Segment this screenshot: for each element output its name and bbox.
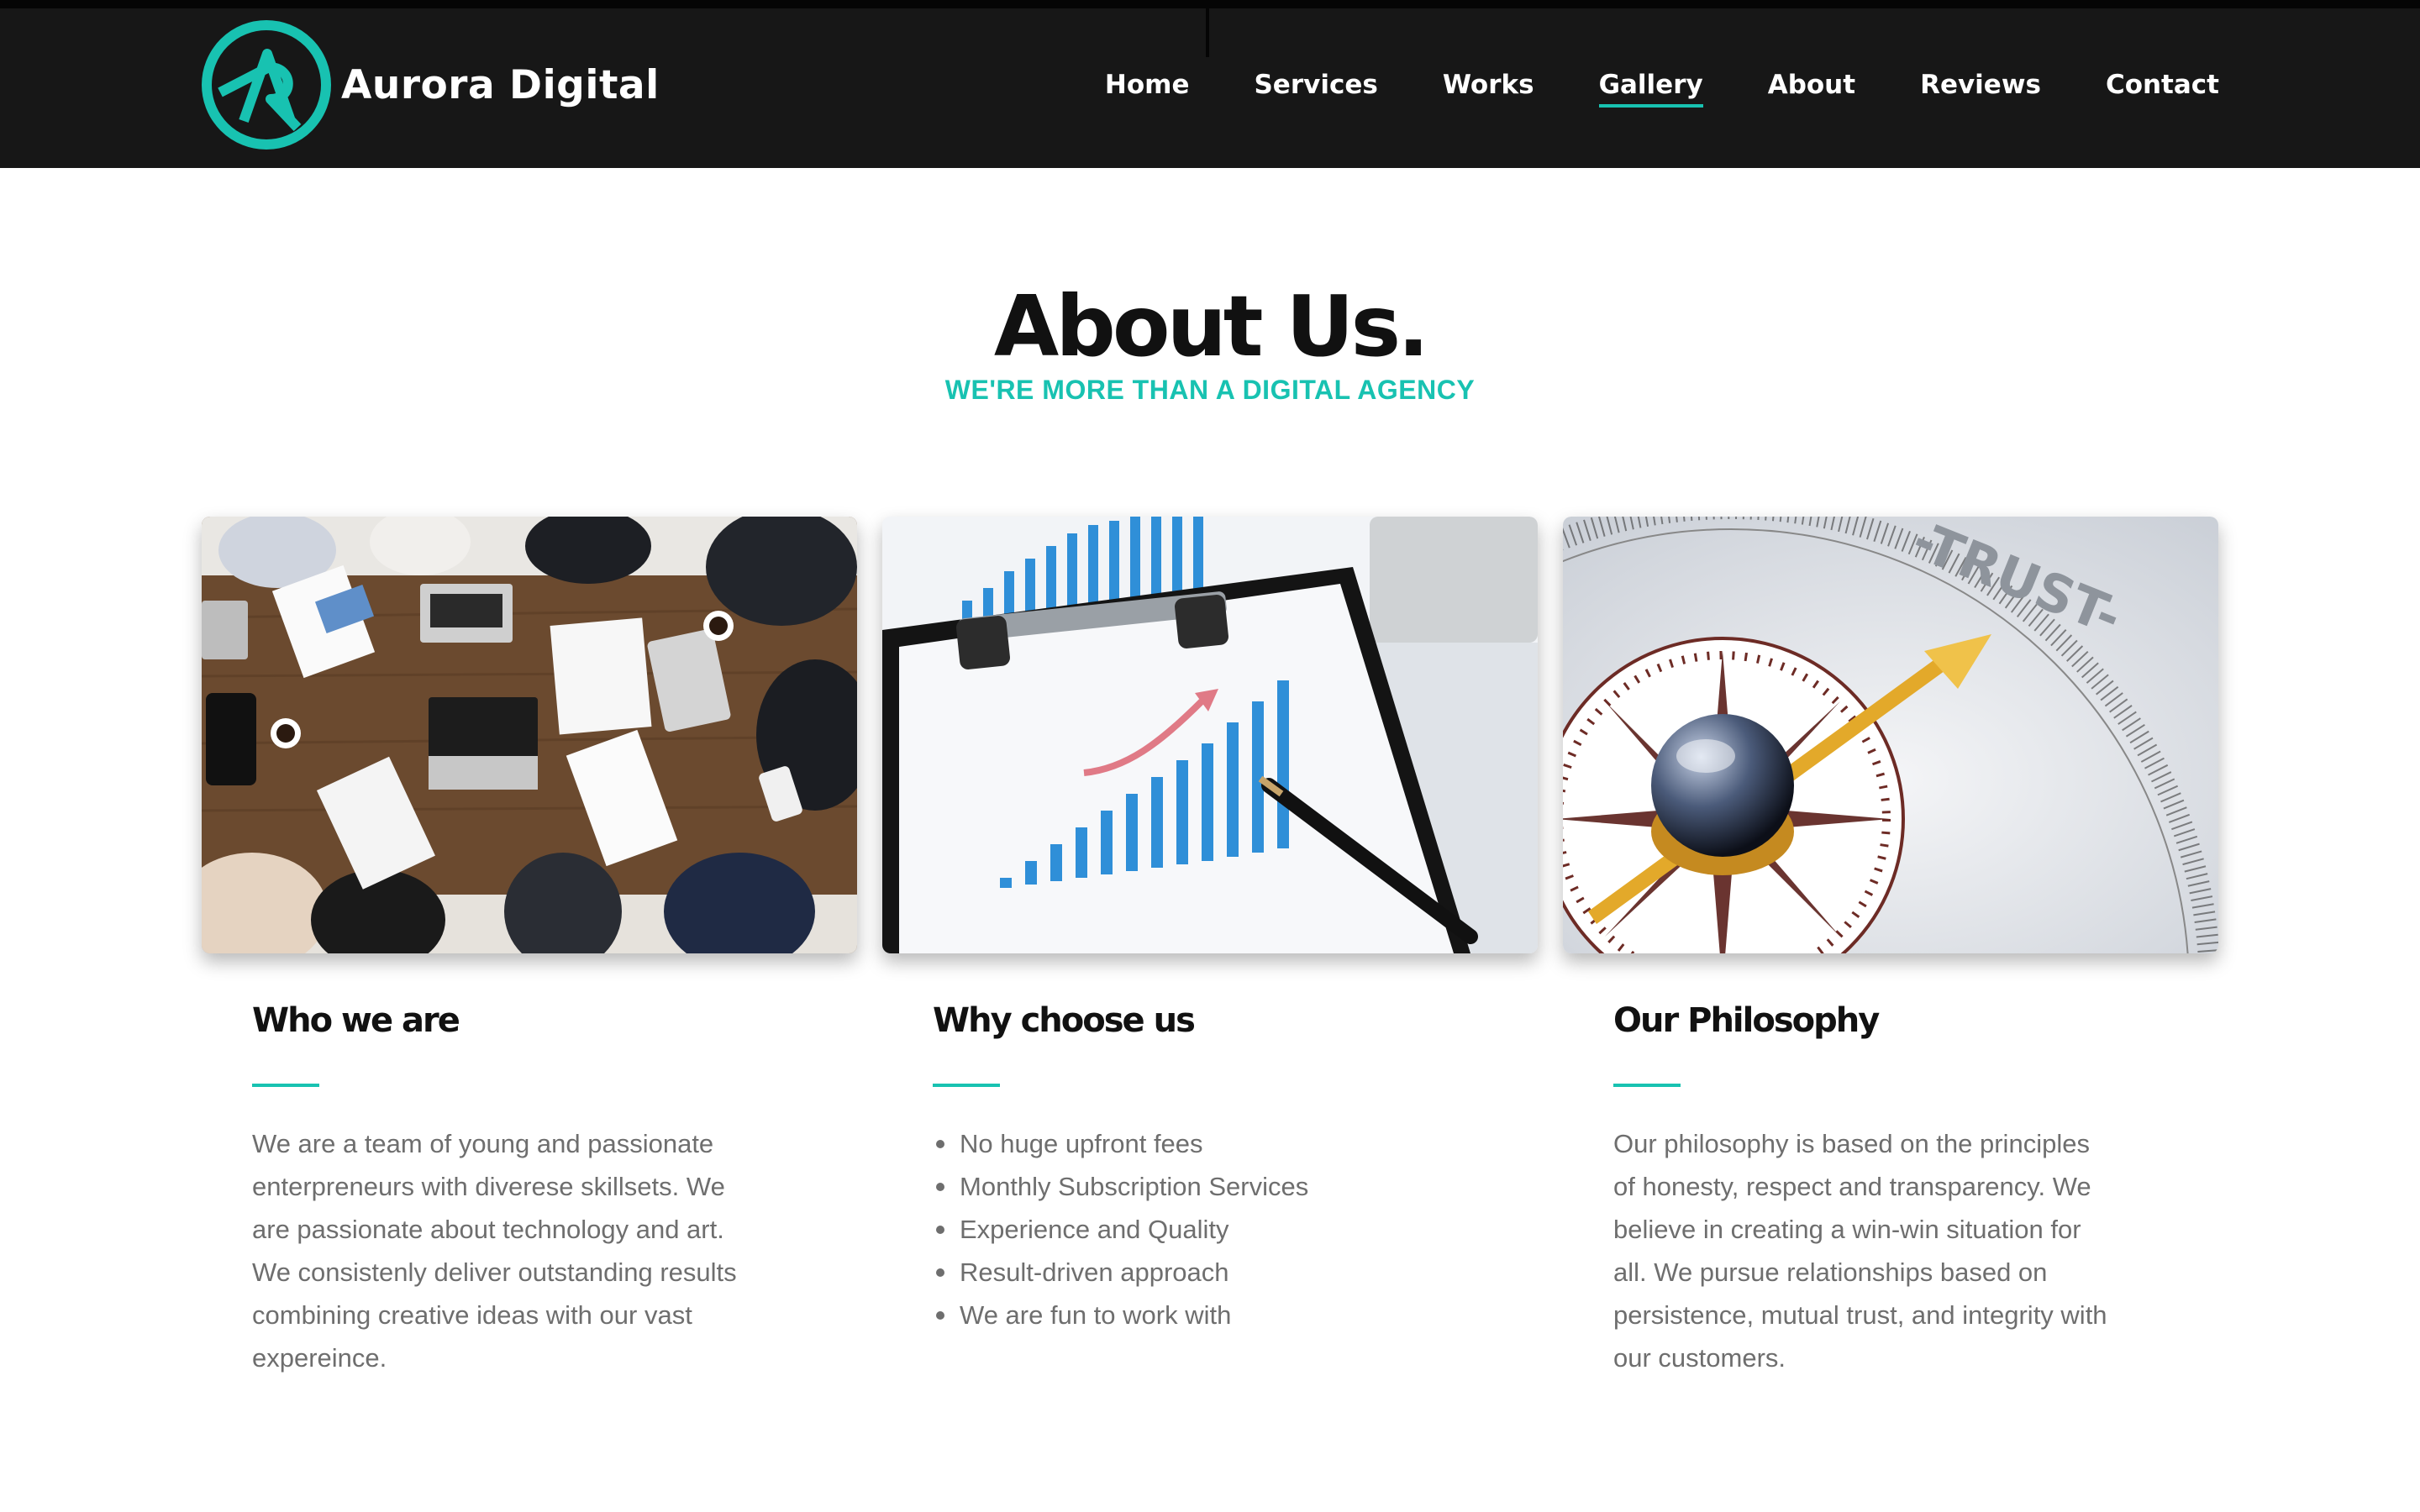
page-title: About Us. <box>993 277 1429 375</box>
list-item: No huge upfront fees <box>934 1122 1308 1165</box>
header-top-line <box>0 0 2420 8</box>
why-choose-us-rule <box>933 1084 1000 1087</box>
nav-services[interactable]: Services <box>1254 55 1377 114</box>
list-item: Result-driven approach <box>934 1251 1308 1294</box>
nav-works[interactable]: Works <box>1443 55 1534 114</box>
brand-name: Aurora Digital <box>341 61 660 108</box>
aurora-logo-icon <box>202 20 331 150</box>
nav-gallery[interactable]: Gallery <box>1598 55 1703 114</box>
why-choose-us-title: Why choose us <box>933 1001 1196 1040</box>
page-subtitle: WE'RE MORE THAN A DIGITAL AGENCY <box>944 375 1476 405</box>
list-item: Monthly Subscription Services <box>934 1165 1308 1208</box>
our-philosophy-rule <box>1613 1084 1681 1087</box>
header-divider-mark <box>1206 0 1209 57</box>
bar-chart-clipboard-image <box>882 517 1538 953</box>
trust-compass-image: -TRUST- <box>1563 517 2218 953</box>
nav-reviews[interactable]: Reviews <box>1920 55 2041 114</box>
why-choose-us-list: No huge upfront fees Monthly Subscriptio… <box>934 1122 1308 1336</box>
nav-about[interactable]: About <box>1768 55 1855 114</box>
nav-home[interactable]: Home <box>1105 55 1190 114</box>
who-we-are-rule <box>252 1084 319 1087</box>
our-philosophy-title: Our Philosophy <box>1613 1001 1880 1040</box>
who-we-are-title: Who we are <box>252 1001 460 1040</box>
brand-logo[interactable]: Aurora Digital <box>200 18 660 151</box>
list-item: Experience and Quality <box>934 1208 1308 1251</box>
nav-contact[interactable]: Contact <box>2106 55 2219 114</box>
who-we-are-text: We are a team of young and passionate en… <box>252 1129 737 1373</box>
main-nav: Home Services Works Gallery About Review… <box>1040 55 2219 114</box>
team-meeting-image <box>202 517 857 953</box>
our-philosophy-text: Our philosophy is based on the principle… <box>1613 1129 2107 1373</box>
list-item: We are fun to work with <box>934 1294 1308 1336</box>
